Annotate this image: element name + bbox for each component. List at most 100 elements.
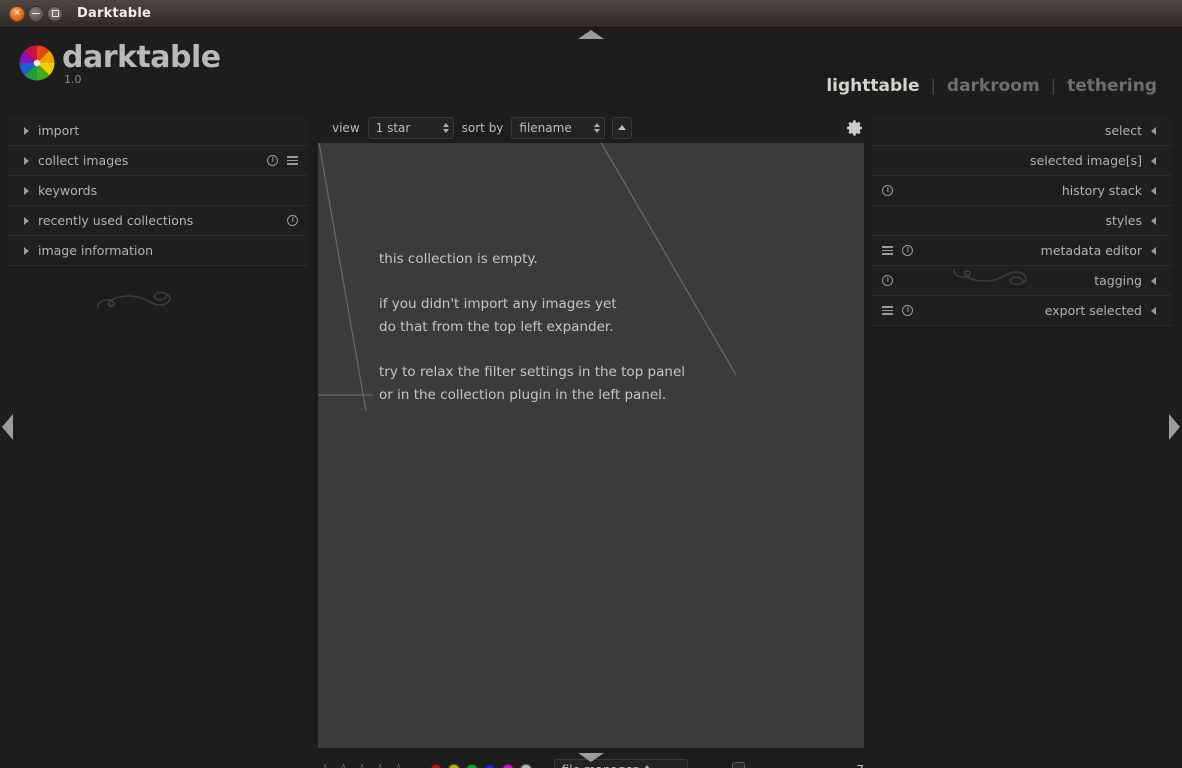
reset-icon[interactable] — [882, 185, 893, 196]
collapse-bottom-panel-handle[interactable] — [578, 753, 604, 762]
star-icon-2[interactable]: ☆ — [336, 762, 350, 768]
color-label-filter — [429, 764, 532, 768]
sidebar-item-label: history stack — [1061, 183, 1142, 198]
window-controls: × — [9, 5, 63, 22]
reset-icon[interactable] — [902, 245, 913, 256]
maximize-button[interactable] — [47, 5, 63, 22]
chevron-right-icon — [24, 156, 29, 165]
sidebar-item-label: recently used collections — [38, 213, 194, 228]
chevron-left-icon — [1151, 246, 1156, 255]
minimize-button[interactable] — [28, 5, 44, 22]
chevron-left-icon — [1151, 276, 1156, 285]
chevron-left-icon — [1151, 126, 1156, 135]
color-label-green[interactable] — [465, 764, 478, 768]
chevron-left-icon — [1151, 216, 1156, 225]
chevron-right-icon — [24, 126, 29, 135]
chevron-updown-icon — [594, 122, 601, 133]
presets-icon[interactable] — [882, 246, 893, 255]
color-label-purple[interactable] — [501, 764, 514, 768]
sort-by-label: sort by — [461, 120, 504, 135]
sidebar-item-label: select — [1104, 123, 1142, 138]
title-bar: × Darktable — [0, 0, 1182, 28]
plugin-icons — [267, 155, 298, 166]
star-icon-3[interactable]: ☆ — [355, 762, 369, 768]
flourish-ornament — [944, 256, 1094, 296]
star-icon-4[interactable]: ☆ — [373, 762, 387, 768]
sidebar-item-import[interactable]: import — [8, 116, 308, 146]
arrow-up-icon — [618, 125, 627, 130]
sidebar-item-label: styles — [1105, 213, 1143, 228]
close-button[interactable]: × — [9, 5, 25, 22]
sidebar-item-select[interactable]: select — [872, 116, 1172, 146]
plugin-icons — [882, 275, 893, 286]
view-filter-label: view — [332, 120, 360, 135]
color-label-gray[interactable] — [519, 764, 532, 768]
chevron-right-icon — [24, 246, 29, 255]
gear-icon[interactable] — [845, 118, 865, 138]
zoom-value: 7 — [856, 763, 864, 768]
chevron-left-icon — [1151, 156, 1156, 165]
app-body: darktable 1.0 lighttable | darkroom | te… — [0, 28, 1182, 768]
collapse-top-panel-handle[interactable] — [578, 30, 604, 39]
sort-direction-button[interactable] — [612, 116, 633, 139]
sidebar-item-styles[interactable]: styles — [872, 206, 1172, 236]
sidebar-item-label: keywords — [38, 183, 98, 198]
zoom-control: 7 — [704, 762, 864, 768]
plugin-icons — [882, 185, 893, 196]
plugin-icons — [287, 215, 298, 226]
view-link-lighttable[interactable]: lighttable — [815, 76, 930, 96]
decorative-lines — [318, 143, 737, 412]
sidebar-item-recently-used-collections[interactable]: recently used collections — [8, 206, 308, 236]
chevron-left-icon — [1151, 306, 1156, 315]
color-label-blue[interactable] — [483, 764, 496, 768]
sidebar-item-keywords[interactable]: keywords — [8, 176, 308, 206]
brand-name: darktable — [62, 40, 221, 75]
left-panel: import collect images keywords recently … — [0, 116, 318, 756]
zoom-slider-handle[interactable] — [732, 762, 746, 768]
darktable-aperture-logo — [18, 44, 56, 82]
sort-by-select[interactable]: filename — [511, 116, 606, 139]
brand-text: darktable 1.0 — [62, 40, 221, 86]
flourish-ornament — [88, 281, 238, 321]
view-filter-select[interactable]: 1 star — [367, 116, 454, 139]
star-icon-5[interactable]: ☆ — [391, 762, 405, 768]
star-icon-1[interactable]: ☆ — [318, 762, 332, 768]
sidebar-item-selected-images[interactable]: selected image[s] — [872, 146, 1172, 176]
right-panel: select selected image[s] history stack s… — [864, 116, 1182, 756]
sidebar-item-label: image information — [38, 243, 154, 258]
sidebar-item-label: export selected — [1044, 303, 1142, 318]
view-link-darkroom[interactable]: darkroom — [936, 76, 1051, 96]
zoom-slider[interactable] — [704, 762, 844, 768]
plugin-icons — [882, 245, 913, 256]
reset-icon[interactable] — [902, 305, 913, 316]
color-label-yellow[interactable] — [447, 764, 460, 768]
sidebar-item-label: selected image[s] — [1030, 153, 1142, 168]
lighttable-center-view[interactable]: this collection is empty. if you didn't … — [318, 143, 864, 748]
darktable-window: × Darktable darktable 1.0 lighttable | d… — [0, 0, 1182, 768]
reset-icon[interactable] — [882, 275, 893, 286]
reset-icon[interactable] — [287, 215, 298, 226]
reset-icon[interactable] — [267, 155, 278, 166]
sidebar-item-export-selected[interactable]: export selected — [872, 296, 1172, 326]
presets-icon[interactable] — [882, 306, 893, 315]
brand-version: 1.0 — [64, 73, 82, 86]
sidebar-item-history-stack[interactable]: history stack — [872, 176, 1172, 206]
empty-collection-message: this collection is empty. if you didn't … — [379, 251, 686, 403]
collapse-left-panel-handle[interactable] — [2, 414, 13, 440]
view-link-tethering[interactable]: tethering — [1056, 76, 1168, 96]
presets-icon[interactable] — [287, 156, 298, 165]
chevron-right-icon — [24, 216, 29, 225]
collapse-right-panel-handle[interactable] — [1169, 414, 1180, 440]
chevron-updown-icon — [442, 122, 449, 133]
sidebar-item-collect-images[interactable]: collect images — [8, 146, 308, 176]
color-label-red[interactable] — [429, 764, 442, 768]
plugin-icons — [882, 305, 913, 316]
sidebar-item-image-information[interactable]: image information — [8, 236, 308, 266]
sidebar-item-label: collect images — [38, 153, 129, 168]
filter-toolbar: view 1 star sort by filename — [318, 112, 864, 143]
layout-mode-select[interactable]: file manager — [553, 759, 689, 768]
chevron-left-icon — [1151, 186, 1156, 195]
star-rating-filter[interactable]: ☆ ☆ ☆ ☆ ☆ — [318, 762, 406, 768]
view-filter-value: 1 star — [375, 120, 411, 135]
brand: darktable 1.0 — [18, 40, 221, 86]
